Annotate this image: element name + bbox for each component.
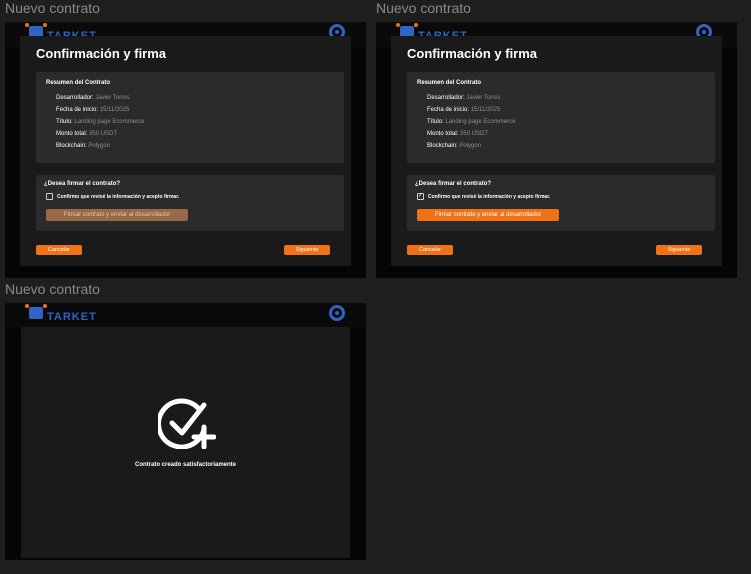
cancel-button[interactable]: Cancelar (36, 245, 82, 255)
success-panel: Contrato creado satisfactoriamente (21, 327, 350, 558)
summary-row-developer: Desarrollador: Javier Torres (56, 95, 130, 101)
sign-card: ¿Desea firmar el contrato? Confirmo que … (36, 175, 344, 231)
app-header: TARKET (5, 303, 366, 329)
summary-row-blockchain: Blockchain: Polygon (427, 143, 482, 149)
brand-name: TARKET (47, 311, 97, 323)
modal-title: Confirmación y firma (36, 46, 167, 61)
sign-question: ¿Desea firmar el contrato? (44, 181, 121, 187)
check-plus-icon (158, 398, 216, 449)
next-button[interactable]: Siguiente (284, 245, 330, 255)
confirm-checkbox-label[interactable]: Confirmo que revisé la información y ace… (57, 194, 179, 200)
contract-frame-checked: TARKET Confirmación y firma Resumen del … (376, 22, 737, 278)
confirm-modal: Confirmación y firma Resumen del Contrat… (20, 36, 351, 266)
contract-frame-unchecked: TARKET Confirmación y firma Resumen del … (5, 22, 366, 278)
cancel-button[interactable]: Cancelar (407, 245, 453, 255)
contract-summary-card: Resumen del Contrato Desarrollador: Javi… (407, 72, 715, 163)
confirm-modal: Confirmación y firma Resumen del Contrat… (391, 36, 722, 266)
sign-card: ¿Desea firmar el contrato? ✓ Confirmo qu… (407, 175, 715, 231)
summary-row-start-date: Fecha de inicio: 15/11/2025 (427, 107, 501, 113)
summary-row-blockchain: Blockchain: Polygon (56, 143, 111, 149)
logo[interactable]: TARKET (25, 304, 109, 327)
confirm-checkbox-label[interactable]: Confirmo que revisé la información y ace… (428, 194, 550, 200)
confirm-checkbox[interactable] (46, 193, 53, 200)
sign-contract-button[interactable]: Firmar contrato y enviar al desarrollado… (417, 209, 559, 221)
summary-row-title: Título: Landing page Ecommerce (56, 119, 145, 125)
frame-title: Nuevo contrato (5, 281, 100, 297)
summary-row-amount: Monto total: 350 USDT (427, 131, 489, 137)
summary-row-start-date: Fecha de inicio: 15/11/2025 (56, 107, 130, 113)
contract-summary-card: Resumen del Contrato Desarrollador: Javi… (36, 72, 344, 163)
summary-row-title: Título: Landing page Ecommerce (427, 119, 516, 125)
confirm-checkbox[interactable]: ✓ (417, 193, 424, 200)
success-message: Contrato creado satisfactoriamente (134, 462, 237, 468)
summary-heading: Resumen del Contrato (46, 80, 111, 86)
sign-contract-button[interactable]: Firmar contrato y enviar al desarrollado… (46, 209, 188, 221)
next-button[interactable]: Siguiente (656, 245, 702, 255)
sign-question: ¿Desea firmar el contrato? (415, 181, 492, 187)
modal-title: Confirmación y firma (407, 46, 538, 61)
frame-title: Nuevo contrato (376, 0, 471, 16)
frame-title: Nuevo contrato (5, 0, 100, 16)
success-frame: TARKET Contrato creado satisfactoriament… (5, 303, 366, 560)
summary-row-amount: Monto total: 350 USDT (56, 131, 118, 137)
summary-row-developer: Desarrollador: Javier Torres (427, 95, 501, 101)
robot-logo-icon (25, 304, 47, 319)
profile-ring-icon[interactable] (329, 305, 345, 321)
summary-heading: Resumen del Contrato (417, 80, 482, 86)
